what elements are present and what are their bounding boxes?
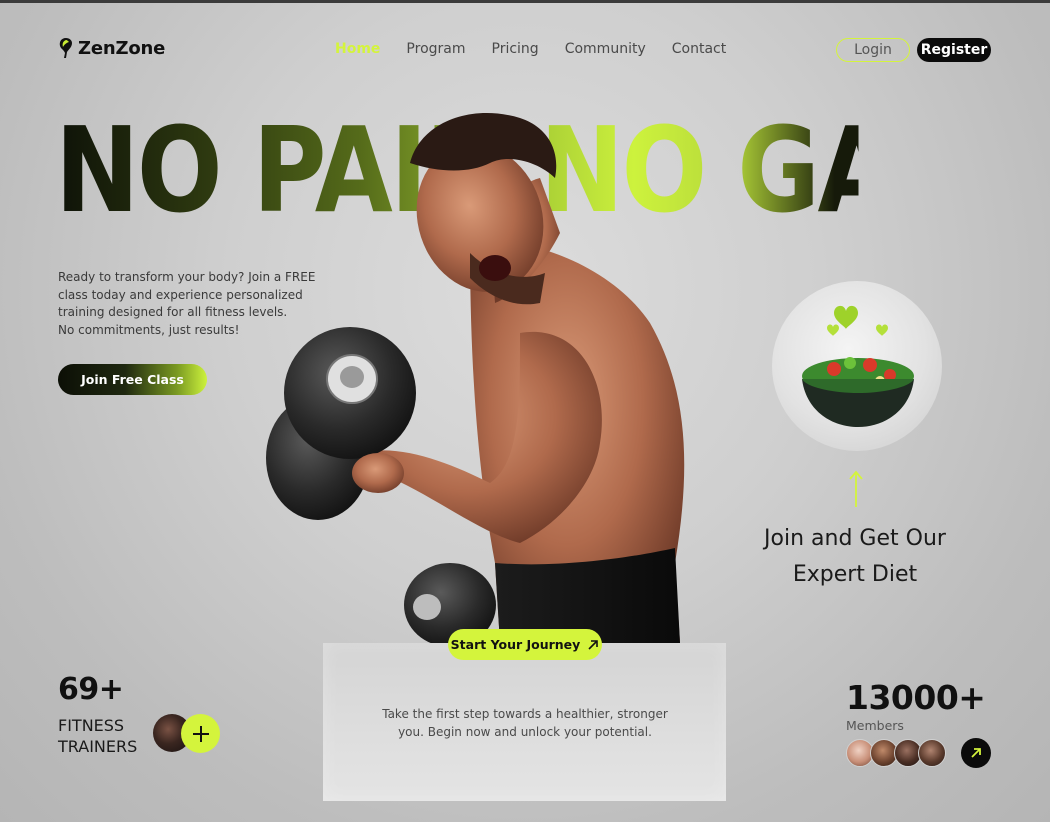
trainers-label: FITNESS TRAINERS bbox=[58, 715, 148, 757]
landing-page: ZenZone Home Program Pricing Community C… bbox=[0, 3, 1050, 822]
nav-community[interactable]: Community bbox=[565, 41, 646, 57]
hero-intro: Ready to transform your body? Join a FRE… bbox=[58, 269, 318, 339]
nav-contact[interactable]: Contact bbox=[672, 41, 726, 57]
plus-icon bbox=[192, 725, 209, 742]
add-trainer-button[interactable] bbox=[181, 714, 220, 753]
members-count: 13000+ bbox=[846, 678, 986, 717]
salad-bowl-icon bbox=[802, 305, 914, 427]
journey-line: Take the first step towards a healthier,… bbox=[382, 707, 668, 721]
members-label: Members bbox=[846, 718, 904, 733]
nav-pricing[interactable]: Pricing bbox=[492, 41, 539, 57]
intro-line: class today and experience personalized bbox=[58, 287, 303, 302]
members-arrow-button[interactable] bbox=[961, 738, 991, 768]
leaf-bulb-icon bbox=[59, 38, 72, 58]
intro-line: Ready to transform your body? Join a FRE… bbox=[58, 270, 316, 284]
trainers-count: 69+ bbox=[58, 672, 124, 707]
main-nav: Home Program Pricing Community Contact bbox=[335, 41, 726, 57]
arrow-up-icon bbox=[849, 470, 863, 507]
hero-headline: NO PAIN NO GAIN bbox=[55, 101, 1012, 239]
diet-image[interactable] bbox=[772, 281, 942, 451]
member-avatars bbox=[846, 739, 956, 769]
trainers-label-line: TRAINERS bbox=[58, 737, 138, 756]
login-button[interactable]: Login bbox=[836, 38, 910, 62]
arrow-up-right-icon bbox=[588, 639, 599, 650]
register-button[interactable]: Register bbox=[917, 38, 991, 62]
join-free-class-button[interactable]: Join Free Class bbox=[58, 364, 207, 395]
start-journey-button[interactable]: Start Your Journey bbox=[448, 629, 602, 660]
start-journey-label: Start Your Journey bbox=[450, 637, 581, 652]
nav-home[interactable]: Home bbox=[335, 41, 380, 57]
intro-line: No commitments, just results! bbox=[58, 322, 240, 337]
intro-line: training designed for all fitness levels… bbox=[58, 305, 288, 319]
journey-line: you. Begin now and unlock your potential… bbox=[398, 725, 652, 739]
arrow-up-right-icon bbox=[971, 748, 981, 758]
trainers-label-line: FITNESS bbox=[58, 716, 125, 735]
diet-heading-line: Join and Get Our bbox=[764, 526, 946, 551]
diet-heading-line: Expert Diet bbox=[792, 562, 918, 587]
diet-heading[interactable]: Join and Get Our Expert Diet bbox=[745, 521, 965, 593]
avatar bbox=[918, 739, 946, 767]
trainers-stat: 69+ bbox=[58, 672, 124, 707]
brand-logo[interactable]: ZenZone bbox=[58, 37, 165, 59]
brand-name: ZenZone bbox=[78, 37, 166, 59]
journey-description: Take the first step towards a healthier,… bbox=[360, 705, 690, 741]
nav-program[interactable]: Program bbox=[406, 41, 465, 57]
